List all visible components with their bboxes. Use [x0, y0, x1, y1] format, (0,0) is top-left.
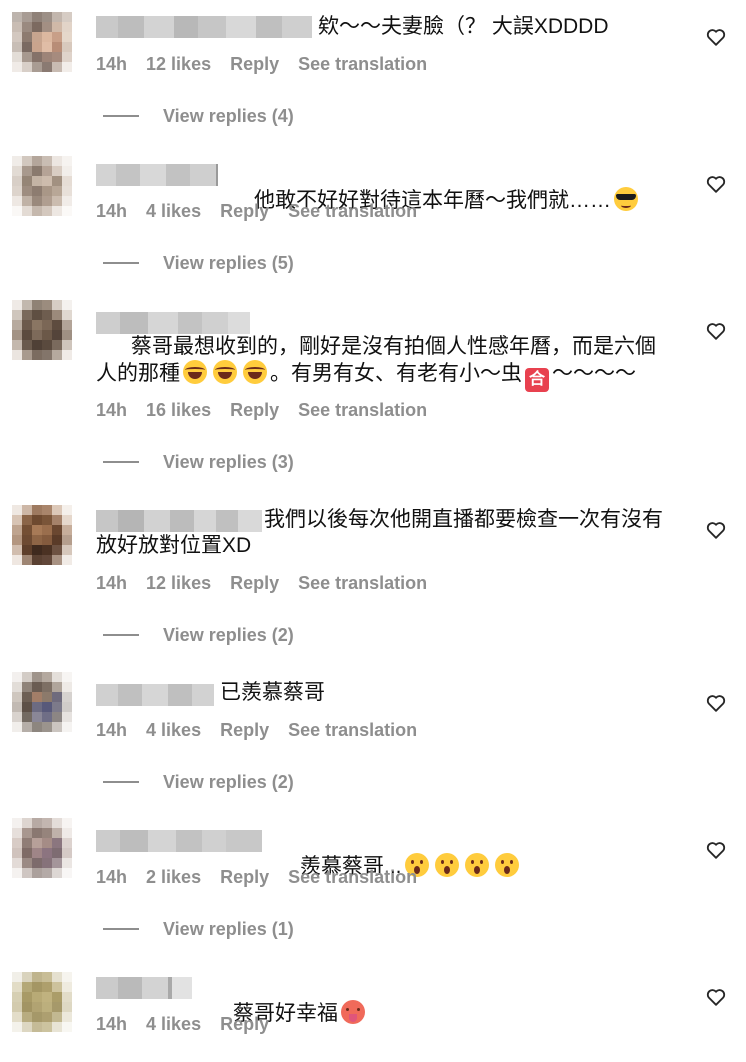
comment-time: 14h: [96, 399, 128, 420]
see-translation-button[interactable]: See translation: [298, 54, 427, 75]
heart-outline-icon[interactable]: [705, 26, 727, 48]
likes-count[interactable]: 4 likes: [146, 1014, 201, 1035]
comment-text-body: 。有男有女、有老有小～虫: [270, 362, 522, 385]
heart-outline-icon[interactable]: [705, 173, 727, 195]
reply-button[interactable]: Reply: [220, 720, 269, 741]
comment-meta: 14h 16 likes Reply See translation: [96, 397, 427, 423]
view-replies-button[interactable]: View replies (1): [103, 916, 294, 942]
comment-meta: 14h 4 likes Reply See translation: [96, 717, 417, 743]
replies-divider-line: [103, 634, 139, 636]
replies-divider-line: [103, 115, 139, 117]
see-translation-button[interactable]: See translation: [288, 720, 417, 741]
comment-time: 14h: [96, 1013, 128, 1034]
comment-meta: 14h 2 likes Reply See translation: [96, 864, 417, 890]
username-blurred[interactable]: [96, 684, 214, 706]
face-with-tears-of-joy-icon: [183, 360, 207, 384]
reply-button[interactable]: Reply: [230, 400, 279, 421]
comment-text: 已羨慕蔡哥: [220, 681, 325, 704]
comment-text-body: ～～～～: [552, 362, 636, 385]
reply-button[interactable]: Reply: [220, 867, 269, 888]
see-translation-button[interactable]: See translation: [288, 867, 417, 888]
username-blurred[interactable]: [96, 164, 218, 186]
comment-meta: 14h 12 likes Reply See translation: [96, 570, 427, 596]
comment-meta: 14h 4 likes Reply See translation: [96, 198, 417, 224]
replies-divider-line: [103, 262, 139, 264]
comment-time: 14h: [96, 200, 128, 221]
avatar[interactable]: [12, 156, 72, 216]
view-replies-button[interactable]: View replies (2): [103, 769, 294, 795]
reply-button[interactable]: Reply: [220, 1014, 269, 1035]
view-replies-button[interactable]: View replies (5): [103, 250, 294, 276]
heart-outline-icon[interactable]: [705, 692, 727, 714]
reply-button[interactable]: Reply: [230, 573, 279, 594]
comment-time: 14h: [96, 719, 128, 740]
view-replies-button[interactable]: View replies (2): [103, 622, 294, 648]
heart-outline-icon[interactable]: [705, 986, 727, 1008]
avatar[interactable]: [12, 672, 72, 732]
comment-text: 我們以後每次他開直播都要檢查一次有沒有放好放對位置XD: [96, 508, 663, 557]
see-translation-button[interactable]: See translation: [298, 573, 427, 594]
view-replies-label: View replies (2): [163, 624, 294, 645]
likes-count[interactable]: 4 likes: [146, 201, 201, 222]
likes-count[interactable]: 12 likes: [146, 573, 211, 594]
reply-button[interactable]: Reply: [230, 54, 279, 75]
comment-text: 欸～～夫妻臉（？ 大誤XDDDD: [318, 15, 609, 38]
avatar[interactable]: [12, 12, 72, 72]
username-blurred[interactable]: [96, 830, 262, 852]
view-replies-label: View replies (3): [163, 451, 294, 472]
reply-button[interactable]: Reply: [220, 201, 269, 222]
avatar[interactable]: [12, 972, 72, 1032]
comment-time: 14h: [96, 866, 128, 887]
heart-outline-icon[interactable]: [705, 320, 727, 342]
view-replies-label: View replies (2): [163, 771, 294, 792]
heart-outline-icon[interactable]: [705, 519, 727, 541]
comment-meta: 14h 12 likes Reply See translation: [96, 51, 427, 77]
face-with-tears-of-joy-icon: [213, 360, 237, 384]
likes-count[interactable]: 12 likes: [146, 54, 211, 75]
comments-list: 欸～～夫妻臉（？ 大誤XDDDD 14h 12 likes Reply See …: [0, 0, 746, 1062]
hot-face-icon: [341, 1000, 366, 1024]
likes-count[interactable]: 2 likes: [146, 867, 201, 888]
smiling-face-with-sunglasses-icon: [614, 187, 639, 211]
comment-time: 14h: [96, 572, 128, 593]
username-blurred[interactable]: [96, 977, 192, 999]
see-translation-button[interactable]: See translation: [298, 400, 427, 421]
view-replies-label: View replies (5): [163, 252, 294, 273]
avatar[interactable]: [12, 818, 72, 878]
face-with-open-mouth-icon: [434, 853, 459, 877]
heart-outline-icon[interactable]: [705, 839, 727, 861]
replies-divider-line: [103, 461, 139, 463]
japanese-passing-grade-button-icon: 合: [525, 368, 549, 392]
view-replies-button[interactable]: View replies (4): [103, 103, 294, 129]
view-replies-button[interactable]: View replies (3): [103, 449, 294, 475]
face-with-open-mouth-icon: [464, 853, 489, 877]
face-with-open-mouth-icon: [494, 853, 519, 877]
face-with-tears-of-joy-icon: [243, 360, 267, 384]
see-translation-button[interactable]: See translation: [288, 201, 417, 222]
view-replies-label: View replies (4): [163, 105, 294, 126]
username-blurred[interactable]: [96, 16, 312, 38]
likes-count[interactable]: 4 likes: [146, 720, 201, 741]
avatar[interactable]: [12, 300, 72, 360]
avatar[interactable]: [12, 505, 72, 565]
comment-meta: 14h 4 likes Reply: [96, 1011, 288, 1037]
comment-time: 14h: [96, 53, 128, 74]
likes-count[interactable]: 16 likes: [146, 400, 211, 421]
replies-divider-line: [103, 781, 139, 783]
replies-divider-line: [103, 928, 139, 930]
view-replies-label: View replies (1): [163, 918, 294, 939]
